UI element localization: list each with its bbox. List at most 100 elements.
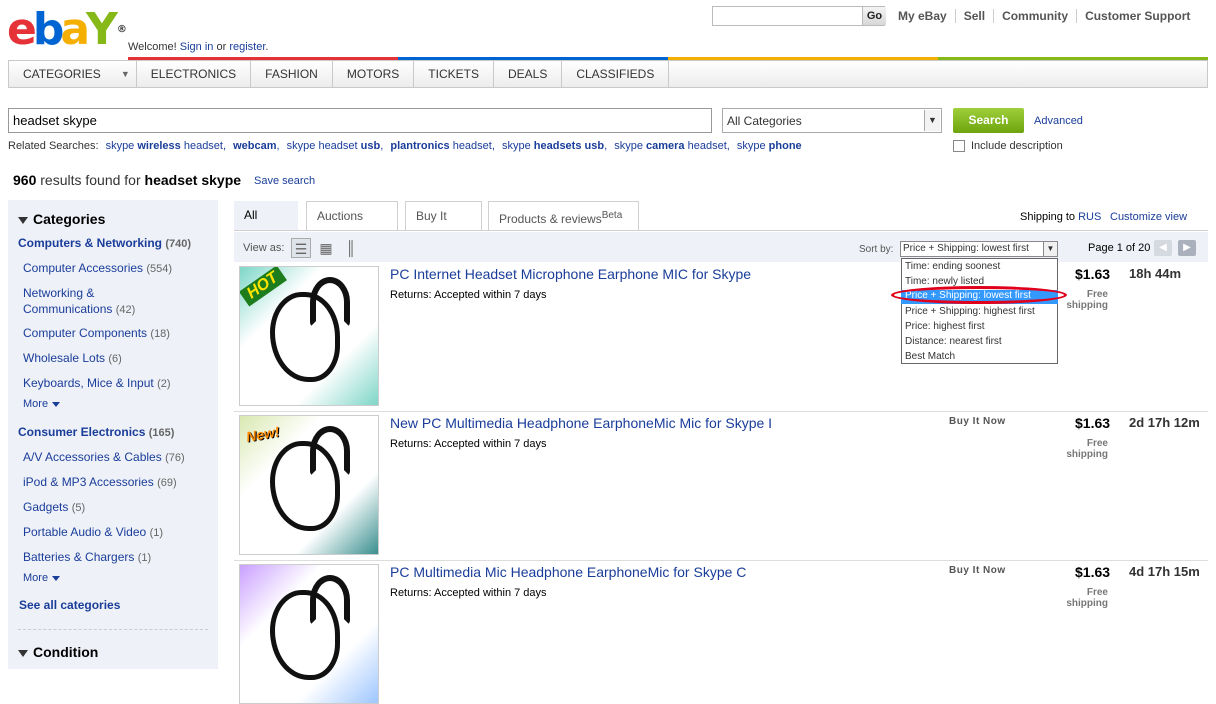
related-search-link[interactable]: webcam, [233, 140, 279, 152]
tab-auctions-only[interactable]: Auctions only [306, 201, 398, 251]
sort-option-ending-soonest[interactable]: Time: ending soonest [905, 261, 1000, 272]
top-search-input[interactable] [712, 6, 885, 26]
nav-categories[interactable]: CATEGORIES [9, 61, 115, 87]
include-description-option[interactable]: Include description [953, 140, 1063, 152]
condition-heading[interactable]: Condition [18, 644, 98, 660]
nav-motors[interactable]: MOTORS [333, 61, 415, 87]
sort-dropdown-menu: Time: ending soonest Time: newly listed … [901, 258, 1058, 364]
include-description-checkbox[interactable] [953, 140, 965, 152]
grid-view-icon[interactable]: ▦ [316, 238, 336, 258]
sell-link[interactable]: Sell [954, 9, 993, 23]
related-search-link[interactable]: skype headset usb, [287, 140, 384, 152]
item-label: Computer Accessories [23, 261, 144, 275]
search-input[interactable]: headset skype [8, 108, 712, 133]
search-button[interactable]: Search [953, 108, 1024, 133]
nav-deals[interactable]: DEALS [494, 61, 563, 87]
related-bold: webcam [233, 140, 277, 152]
nav-classifieds[interactable]: CLASSIFIEDS [562, 61, 670, 87]
nav-tickets[interactable]: TICKETS [414, 61, 494, 87]
chevron-down-icon[interactable]: ▼ [1043, 242, 1057, 256]
related-search-link[interactable]: skype wireless headset, [106, 140, 226, 152]
listing-row[interactable]: New! New PC Multimedia Headphone Earphon… [234, 411, 1208, 561]
sidebar-group-computers[interactable]: Computers & Networking (740) [18, 236, 191, 250]
sidebar-item-wholesale-lots[interactable]: Wholesale Lots (6) [23, 351, 122, 365]
listing-returns: Returns: Accepted within 7 days [390, 587, 547, 599]
sidebar-item-computer-components[interactable]: Computer Components (18) [23, 326, 170, 340]
sidebar-item-gadgets[interactable]: Gadgets (5) [23, 500, 85, 514]
customer-support-link[interactable]: Customer Support [1076, 9, 1198, 23]
sidebar-group-consumer-electronics[interactable]: Consumer Electronics (165) [18, 425, 174, 439]
category-select[interactable]: All Categories [722, 108, 942, 133]
gallery-view-icon[interactable]: ║ [341, 238, 361, 258]
view-toolbar [234, 232, 1208, 262]
see-all-categories-link[interactable]: See all categories [19, 598, 120, 612]
highlight-circle-annotation [891, 286, 1067, 304]
related-bold: headsets usb [533, 140, 605, 152]
tab-all-items[interactable]: All items [234, 201, 298, 250]
item-label: Keyboards, Mice & Input [23, 376, 154, 390]
item-label: Networking & [23, 286, 95, 300]
sidebar-item-batteries[interactable]: Batteries & Chargers (1) [23, 550, 151, 564]
register-link[interactable]: register [229, 41, 265, 53]
related-text: skype headset [286, 140, 361, 152]
listing-title-link[interactable]: PC Internet Headset Microphone Earphone … [390, 266, 751, 282]
item-label: Batteries & Chargers [23, 550, 135, 564]
sidebar-item-ipod-accessories[interactable]: iPod & MP3 Accessories (69) [23, 475, 177, 489]
go-button[interactable]: Go [862, 7, 886, 25]
welcome-suffix: . [265, 41, 269, 53]
sidebar-item-computer-accessories[interactable]: Computer Accessories (554) [23, 261, 172, 275]
categories-heading[interactable]: Categories [18, 211, 105, 227]
prev-page-icon[interactable]: ◀ [1154, 240, 1172, 256]
item-label: Wholesale Lots [23, 351, 106, 365]
listing-thumbnail[interactable]: HOT [239, 266, 379, 406]
my-ebay-link[interactable]: My eBay [890, 9, 955, 23]
ebay-logo[interactable]: ebaY ® [7, 5, 127, 55]
related-search-link[interactable]: skype phone [737, 140, 802, 152]
shipping-country-link[interactable]: RUS [1078, 211, 1101, 223]
tab-buy-it-now[interactable]: Buy It Now [405, 201, 482, 251]
sidebar-item-keyboards[interactable]: Keyboards, Mice & Input (2) [23, 376, 171, 390]
listing-row[interactable]: PC Multimedia Mic Headphone EarphoneMic … [234, 560, 1208, 704]
related-text: skype [614, 140, 646, 152]
item-label-line2: Communications [23, 302, 113, 316]
related-search-link[interactable]: plantronics headset, [390, 140, 495, 152]
more-link[interactable]: More [23, 572, 61, 584]
related-text: skype [501, 140, 534, 152]
listing-thumbnail[interactable] [239, 564, 379, 704]
tab-products-reviews[interactable]: Products & reviewsBeta [488, 201, 639, 231]
sidebar-item-av-accessories[interactable]: A/V Accessories & Cables (76) [23, 450, 185, 464]
sidebar-item-portable-audio[interactable]: Portable Audio & Video (1) [23, 525, 163, 539]
related-search-link[interactable]: skype camera headset, [614, 140, 730, 152]
chevron-down-icon[interactable]: ▼ [115, 61, 137, 87]
related-search-link[interactable]: skype headsets usb, [502, 140, 607, 152]
include-description-label: Include description [971, 140, 1063, 152]
sort-select[interactable]: Price + Shipping: lowest first [900, 241, 1058, 257]
group-count: (740) [165, 238, 192, 250]
more-label: More [23, 572, 49, 584]
listing-title-link[interactable]: PC Multimedia Mic Headphone EarphoneMic … [390, 564, 746, 580]
customize-view-link[interactable]: Customize view [1110, 211, 1187, 223]
chevron-down-icon[interactable]: ▼ [924, 110, 940, 131]
nav-fashion[interactable]: FASHION [251, 61, 333, 87]
community-link[interactable]: Community [993, 9, 1076, 23]
related-text: , [380, 140, 384, 152]
sidebar-item-networking[interactable]: Networking & Communications (42) [23, 285, 135, 318]
next-page-icon[interactable]: ▶ [1178, 240, 1196, 256]
sort-option-price-highest[interactable]: Price: highest first [905, 321, 984, 332]
item-count: (2) [157, 378, 171, 390]
sort-option-price-shipping-highest[interactable]: Price + Shipping: highest first [905, 306, 1035, 317]
shipping-to: Shipping to RUS [1020, 211, 1101, 223]
listing-thumbnail[interactable]: New! [239, 415, 379, 555]
listing-row[interactable]: HOT PC Internet Headset Microphone Earph… [234, 262, 1208, 412]
more-link[interactable]: More [23, 398, 61, 410]
save-search-link[interactable]: Save search [254, 175, 315, 187]
item-count: (69) [157, 477, 177, 489]
listing-title-link[interactable]: New PC Multimedia Headphone EarphoneMic … [390, 415, 772, 431]
headset-cord-shape [270, 292, 340, 382]
sort-option-distance-nearest[interactable]: Distance: nearest first [905, 336, 1002, 347]
list-view-icon[interactable]: ☰ [291, 238, 311, 258]
advanced-search-link[interactable]: Advanced [1034, 115, 1083, 127]
sort-option-best-match[interactable]: Best Match [905, 351, 955, 362]
sign-in-link[interactable]: Sign in [180, 41, 214, 53]
nav-electronics[interactable]: ELECTRONICS [137, 61, 252, 87]
